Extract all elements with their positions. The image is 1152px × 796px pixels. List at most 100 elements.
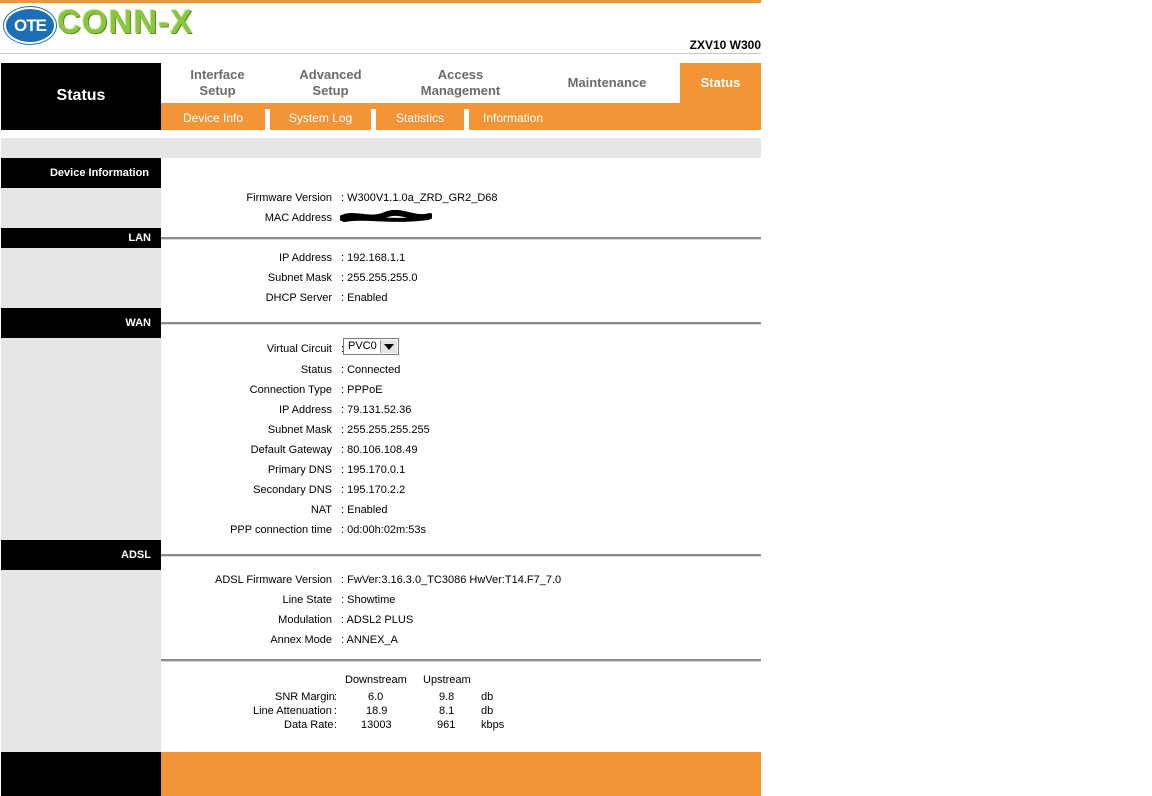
info-row-line-state: Line State : Showtime [161,592,761,608]
info-row-lan-ip: IP Address : 192.168.1.1 [161,250,761,266]
info-row-wan-status: Status : Connected [161,362,761,378]
info-row-secondary-dns: Secondary DNS : 195.170.2.2 [161,482,761,498]
stats-downstream-value: 6.0 [368,691,384,703]
field-label: ADSL Firmware Version [215,574,332,586]
tab-maintenance[interactable]: Maintenance [534,63,680,103]
field-value: : 192.168.1.1 [341,252,406,264]
footer-left-block [1,752,161,796]
field-label: Connection Type [249,384,332,396]
field-value: : 79.131.52.36 [341,404,412,416]
field-value: : 80.106.108.49 [341,444,418,456]
info-row-virtual-circuit: Virtual Circuit : PVC0 [161,338,761,357]
field-value: : 195.170.2.2 [341,484,406,496]
stats-upstream-value: 9.8 [439,691,455,703]
info-row-wan-mask: Subnet Mask : 255.255.255.255 [161,422,761,438]
stats-row-colon: : [334,719,338,731]
subtab-device-info[interactable]: Device Info [161,103,265,130]
mac-redaction-scribble [340,210,432,222]
info-row-firmware: Firmware Version : W300V1.1.0a_ZRD_GR2_D… [161,190,761,206]
logo-brand-text: CONN-X [57,3,194,40]
stats-upstream-value: 8.1 [439,705,455,717]
stats-row-colon: : [334,691,338,703]
stats-row-label: Line Attenuation [253,705,332,717]
field-value: : Enabled [341,292,388,304]
field-value: : Enabled [341,504,388,516]
field-value: : 0d:00h:02m:53s [341,524,427,536]
field-value: : 255.255.255.255 [341,424,430,436]
field-label: Subnet Mask [267,424,332,436]
field-label: Line State [282,594,332,606]
conn-x-logo: OTE CONN-X [2,3,198,44]
tab-label: Maintenance [567,75,647,90]
field-label: Secondary DNS [253,484,332,496]
field-label: MAC Address [264,212,332,224]
field-value: : ADSL2 PLUS [341,614,414,626]
tab-status[interactable]: Status [680,63,761,103]
subtab-information[interactable]: Information [469,103,557,130]
stats-header-downstream: Downstream [345,674,407,686]
field-label: Primary DNS [267,464,332,476]
tab-advanced-setup[interactable]: Advanced Setup [274,63,387,103]
info-row-ppp-time: PPP connection time : 0d:00h:02m:53s [161,522,761,538]
field-value: : PPPoE [341,384,383,396]
section-divider [161,659,761,662]
info-row-lan-mask: Subnet Mask : 255.255.255.0 [161,270,761,286]
field-value: : Showtime [341,594,396,606]
section-divider [161,237,761,240]
nav-section-title: Status [56,87,106,104]
field-label: Firmware Version [246,192,332,204]
stats-row-label: Data Rate [284,719,334,731]
field-value: : 255.255.255.0 [341,272,418,284]
field-label: PPP connection time [230,524,332,536]
info-row-dhcp: DHCP Server : Enabled [161,290,761,306]
field-label: Virtual Circuit [266,343,332,355]
sub-navigation: Device Info System Log Statistics Inform… [161,103,761,130]
field-label: Subnet Mask [267,272,332,284]
device-model: ZXV10 W300 [689,38,761,52]
section-divider [161,322,761,325]
tab-interface-setup[interactable]: Interface Setup [161,63,274,103]
info-row-adsl-firmware: ADSL Firmware Version : FwVer:3.16.3.0_T… [161,572,761,588]
field-label: Annex Mode [270,634,332,646]
field-label: IP Address [279,252,332,264]
select-value: PVC0 [348,340,377,352]
stats-unit: db [481,691,494,703]
subtab-statistics[interactable]: Statistics [376,103,464,130]
stats-unit: kbps [481,719,505,731]
field-label: DHCP Server [265,292,332,304]
virtual-circuit-select[interactable]: PVC0 [343,338,399,355]
chevron-down-icon [380,340,397,353]
info-row-connection-type: Connection Type : PPPoE [161,382,761,398]
info-row-primary-dns: Primary DNS : 195.170.0.1 [161,462,761,478]
footer-bar [161,752,761,796]
field-label: Modulation [278,614,332,626]
section-header-lan: LAN [1,228,161,248]
stats-downstream-value: 18.9 [366,705,388,717]
content-top-bar [1,138,761,158]
section-header-device-information: Device Information [1,158,161,188]
field-label: Status [300,364,332,376]
stats-header-upstream: Upstream [423,674,471,686]
tab-label: Status [700,75,741,90]
info-row-wan-ip: IP Address : 79.131.52.36 [161,402,761,418]
tab-label: Interface Setup [190,67,245,98]
stats-downstream-value: 13003 [361,719,392,731]
section-header-wan: WAN [1,308,161,338]
field-value: : ANNEX_A [341,634,398,646]
stats-unit: db [481,705,494,717]
ote-logo-badge: OTE [4,7,56,44]
section-divider [161,554,761,557]
section-header-adsl: ADSL [1,540,161,570]
tab-access-management[interactable]: Access Management [387,63,534,103]
field-value: : W300V1.1.0a_ZRD_GR2_D68 [341,192,498,204]
info-row-gateway: Default Gateway : 80.106.108.49 [161,442,761,458]
field-value: : 195.170.0.1 [341,464,406,476]
header-divider [0,53,761,54]
tab-label: Advanced Setup [299,67,362,98]
field-label: Default Gateway [250,444,332,456]
field-label: IP Address [279,404,332,416]
info-row-modulation: Modulation : ADSL2 PLUS [161,612,761,628]
subtab-system-log[interactable]: System Log [270,103,371,130]
field-label: NAT [310,504,332,516]
stats-upstream-value: 961 [437,719,456,731]
